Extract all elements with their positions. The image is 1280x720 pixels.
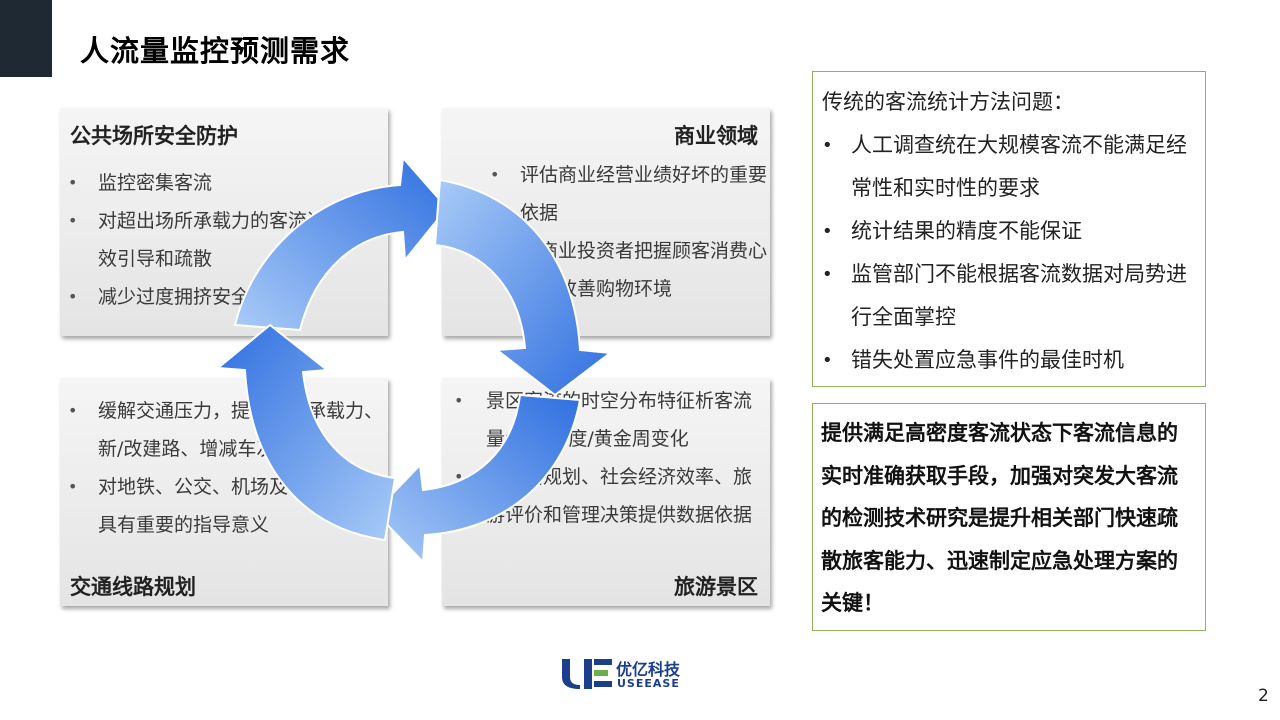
quadrant-tourism: 景区客流的时空分布特征析客流量年度/季度/黄金周变化 为战略规划、社会经济效率、…: [442, 378, 770, 606]
quadrant-list: 评估商业经营业绩好坏的重要依据 帮商业投资者把握顾客消费心理，改善购物环境: [482, 156, 767, 308]
problems-heading: 传统的客流统计方法问题：: [822, 90, 1074, 114]
page-number: 2: [1258, 686, 1269, 706]
list-item: 对超出场所承载力的客流进行有效引导和疏散: [60, 202, 380, 278]
list-item: 监管部门不能根据客流数据对局势进行全面掌控: [813, 253, 1198, 339]
list-item: 对地铁、公交、机场及铁路等领域具有重要的指导意义: [60, 468, 385, 544]
list-item: 为战略规划、社会经济效率、旅游评价和管理决策提供数据依据: [446, 458, 770, 534]
quadrant-commerce: 商业领域 评估商业经营业绩好坏的重要依据 帮商业投资者把握顾客消费心理，改善购物…: [442, 108, 770, 336]
list-item: 缓解交通压力，提升运输承载力、新/改建路、增减车次规划: [60, 392, 385, 468]
page-title: 人流量监控预测需求: [80, 34, 351, 68]
quadrant-public-safety: 公共场所安全防护 监控密集客流 对超出场所承载力的客流进行有效引导和疏散 减少过…: [60, 108, 388, 336]
quadrant-traffic-planning: 缓解交通压力，提升运输承载力、新/改建路、增减车次规划 对地铁、公交、机场及铁路…: [60, 378, 388, 606]
quadrant-title: 交通线路规划: [70, 575, 196, 599]
list-item: 减少过度拥挤安全隐患: [60, 278, 380, 316]
logo-mark-icon: [562, 659, 612, 689]
quadrant-title: 公共场所安全防护: [70, 124, 238, 148]
quadrant-list: 景区客流的时空分布特征析客流量年度/季度/黄金周变化 为战略规划、社会经济效率、…: [446, 382, 770, 534]
quadrant-title: 商业领域: [674, 124, 758, 148]
quadrant-title: 旅游景区: [674, 575, 758, 599]
conclusion-text: 提供满足高密度客流状态下客流信息的实时准确获取手段，加强对突发大客流的检测技术研…: [821, 421, 1178, 615]
list-item: 统计结果的精度不能保证: [813, 210, 1198, 253]
list-item: 景区客流的时空分布特征析客流量年度/季度/黄金周变化: [446, 382, 770, 458]
list-item: 错失处置应急事件的最佳时机: [813, 339, 1198, 382]
list-item: 监控密集客流: [60, 164, 380, 202]
list-item: 人工调查统在大规模客流不能满足经常性和实时性的要求: [813, 124, 1198, 210]
conclusion-box: 提供满足高密度客流状态下客流信息的实时准确获取手段，加强对突发大客流的检测技术研…: [812, 403, 1206, 631]
title-corner-block: [0, 0, 52, 77]
logo-text-en: USEEASE: [617, 677, 680, 690]
list-item: 帮商业投资者把握顾客消费心理，改善购物环境: [482, 232, 767, 308]
problems-box: 传统的客流统计方法问题： 人工调查统在大规模客流不能满足经常性和实时性的要求 统…: [812, 71, 1206, 387]
problems-list: 人工调查统在大规模客流不能满足经常性和实时性的要求 统计结果的精度不能保证 监管…: [813, 124, 1198, 382]
company-logo: 优亿科技 USEEASE: [560, 657, 700, 691]
quadrant-list: 缓解交通压力，提升运输承载力、新/改建路、增减车次规划 对地铁、公交、机场及铁路…: [60, 392, 385, 544]
list-item: 评估商业经营业绩好坏的重要依据: [482, 156, 767, 232]
quadrant-list: 监控密集客流 对超出场所承载力的客流进行有效引导和疏散 减少过度拥挤安全隐患: [60, 164, 380, 316]
